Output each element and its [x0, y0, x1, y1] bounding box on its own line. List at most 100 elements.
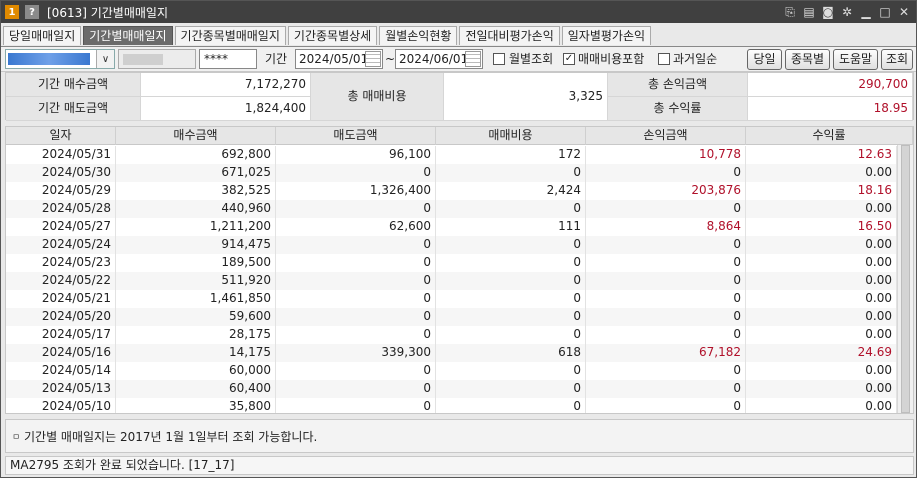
- minimize-icon[interactable]: ▁: [858, 4, 874, 20]
- cell-fee: 618: [436, 344, 586, 362]
- cell-sell: 0: [276, 236, 436, 254]
- column-header-pnl[interactable]: 손익금액: [586, 127, 746, 145]
- table-row[interactable]: 2024/05/16 14,175 339,300 618 67,182 24.69: [6, 344, 897, 362]
- cell-pnl: 8,864: [586, 218, 746, 236]
- cell-sell: 0: [276, 308, 436, 326]
- table-row[interactable]: 2024/05/10 35,800 0 0 0 0.00: [6, 398, 897, 413]
- window-title: [0613] 기간별매매일지: [47, 5, 168, 20]
- table-row[interactable]: 2024/05/22 511,920 0 0 0 0.00: [6, 272, 897, 290]
- cell-sell: 0: [276, 398, 436, 413]
- tab-period-stock-detail[interactable]: 기간종목별상세: [287, 26, 378, 45]
- cell-return: 0.00: [746, 200, 897, 218]
- cell-sell: 96,100: [276, 146, 436, 164]
- cell-buy: 1,211,200: [116, 218, 276, 236]
- maximize-icon[interactable]: □: [877, 4, 893, 20]
- table-row[interactable]: 2024/05/31 692,800 96,100 172 10,778 12.63: [6, 146, 897, 164]
- cell-buy: 692,800: [116, 146, 276, 164]
- include-fee-label: 매매비용포함: [578, 52, 645, 66]
- table-row[interactable]: 2024/05/29 382,525 1,326,400 2,424 203,876 18…: [6, 182, 897, 200]
- filter-bar: ∨ **** 기간 2024/05/01 ~ 2024/06/01 월별조회 ✓…: [1, 46, 916, 72]
- table-row[interactable]: 2024/05/21 1,461,850 0 0 0 0.00: [6, 290, 897, 308]
- start-date-input[interactable]: 2024/05/01: [295, 49, 383, 69]
- cell-date: 2024/05/16: [6, 344, 116, 362]
- account-number-masked: [8, 53, 90, 65]
- help-badge[interactable]: ?: [25, 5, 39, 19]
- cell-return: 0.00: [746, 398, 897, 413]
- cell-sell: 0: [276, 200, 436, 218]
- cell-sell: 0: [276, 254, 436, 272]
- cell-date: 2024/05/31: [6, 146, 116, 164]
- cell-buy: 35,800: [116, 398, 276, 413]
- cell-date: 2024/05/30: [6, 164, 116, 182]
- scrollbar-thumb[interactable]: [901, 145, 910, 413]
- account-select[interactable]: ∨: [5, 49, 115, 69]
- camera-icon[interactable]: ◙: [820, 4, 836, 20]
- cell-pnl: 0: [586, 362, 746, 380]
- title-bar: 1 ? [0613] 기간별매매일지 ⎘ ▤ ◙ ✲ ▁ □ ✕: [1, 1, 916, 23]
- tab-daily-journal[interactable]: 당일매매일지: [3, 26, 82, 45]
- total-fee-label: 총 매매비용: [311, 73, 444, 121]
- cell-date: 2024/05/22: [6, 272, 116, 290]
- table-row[interactable]: 2024/05/27 1,211,200 62,600 111 8,864 16.50: [6, 218, 897, 236]
- date-range-separator: ~: [385, 52, 396, 66]
- screen-number-badge[interactable]: 1: [5, 5, 19, 19]
- column-header-fee[interactable]: 매매비용: [436, 127, 586, 145]
- tab-daily-eval-pnl[interactable]: 일자별평가손익: [561, 26, 652, 45]
- cell-fee: 0: [436, 272, 586, 290]
- password-field[interactable]: ****: [199, 49, 257, 69]
- calendar-icon[interactable]: [465, 51, 481, 67]
- table-row[interactable]: 2024/05/24 914,475 0 0 0 0.00: [6, 236, 897, 254]
- cell-buy: 14,175: [116, 344, 276, 362]
- cell-pnl: 67,182: [586, 344, 746, 362]
- monthly-checkbox[interactable]: [493, 53, 505, 65]
- column-header-return[interactable]: 수익률: [746, 127, 913, 145]
- cell-fee: 0: [436, 236, 586, 254]
- window-controls: ⎘ ▤ ◙ ✲ ▁ □ ✕: [782, 4, 912, 20]
- cell-fee: 0: [436, 290, 586, 308]
- cell-sell: 0: [276, 362, 436, 380]
- daily-trades-table[interactable]: 일자 매수금액 매도금액 매매비용 손익금액 수익률 2024/05/31 692…: [5, 126, 914, 414]
- include-fee-checkbox[interactable]: ✓: [563, 53, 575, 65]
- cell-return: 24.69: [746, 344, 897, 362]
- cell-return: 0.00: [746, 362, 897, 380]
- summary-panel: 기간 매수금액 7,172,270 기간 매도금액 1,824,400 총 매매…: [5, 72, 914, 121]
- link-icon[interactable]: ⎘: [782, 4, 798, 20]
- table-row[interactable]: 2024/05/30 671,025 0 0 0 0.00: [6, 164, 897, 182]
- cell-return: 18.16: [746, 182, 897, 200]
- query-button[interactable]: 조회: [881, 49, 913, 70]
- end-date-input[interactable]: 2024/06/01: [395, 49, 483, 69]
- cell-date: 2024/05/20: [6, 308, 116, 326]
- tab-monthly-pnl[interactable]: 월별손익현황: [379, 26, 458, 45]
- table-row[interactable]: 2024/05/17 28,175 0 0 0 0.00: [6, 326, 897, 344]
- cell-pnl: 0: [586, 398, 746, 413]
- cell-return: 0.00: [746, 254, 897, 272]
- tab-prev-day-pnl[interactable]: 전일대비평가손익: [459, 26, 560, 45]
- calendar-icon[interactable]: [365, 51, 381, 67]
- tab-period-stock-journal[interactable]: 기간종목별매매일지: [174, 26, 286, 45]
- cell-fee: 111: [436, 218, 586, 236]
- vertical-scrollbar[interactable]: [897, 145, 913, 413]
- past-order-checkbox[interactable]: [658, 53, 670, 65]
- cell-buy: 60,400: [116, 380, 276, 398]
- help-button[interactable]: 도움말: [833, 49, 878, 70]
- table-row[interactable]: 2024/05/14 60,000 0 0 0 0.00: [6, 362, 897, 380]
- chevron-down-icon[interactable]: ∨: [96, 50, 114, 68]
- table-row[interactable]: 2024/05/20 59,600 0 0 0 0.00: [6, 308, 897, 326]
- today-button[interactable]: 당일: [747, 49, 782, 70]
- table-row[interactable]: 2024/05/23 189,500 0 0 0 0.00: [6, 254, 897, 272]
- save-icon[interactable]: ▤: [801, 4, 817, 20]
- column-header-buy[interactable]: 매수금액: [116, 127, 276, 145]
- cell-buy: 189,500: [116, 254, 276, 272]
- table-row[interactable]: 2024/05/13 60,400 0 0 0 0.00: [6, 380, 897, 398]
- cell-date: 2024/05/10: [6, 398, 116, 413]
- tab-period-journal[interactable]: 기간별매매일지: [83, 26, 173, 45]
- cell-buy: 28,175: [116, 326, 276, 344]
- close-icon[interactable]: ✕: [896, 4, 912, 20]
- column-header-sell[interactable]: 매도금액: [276, 127, 436, 145]
- column-header-date[interactable]: 일자: [6, 127, 116, 145]
- settings-icon[interactable]: ✲: [839, 4, 855, 20]
- cell-pnl: 0: [586, 272, 746, 290]
- table-row[interactable]: 2024/05/28 440,960 0 0 0 0.00: [6, 200, 897, 218]
- by-stock-button[interactable]: 종목별: [785, 49, 830, 70]
- cell-buy: 511,920: [116, 272, 276, 290]
